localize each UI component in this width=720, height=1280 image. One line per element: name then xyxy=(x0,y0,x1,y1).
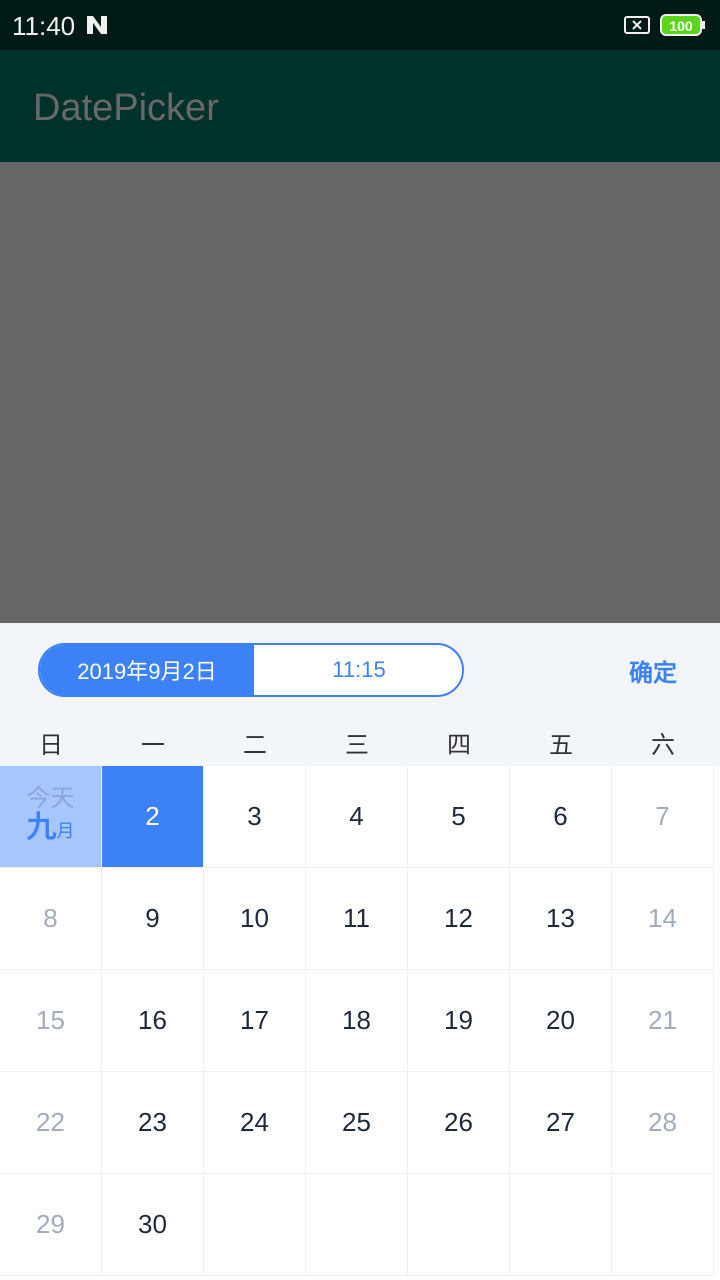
day-cell[interactable]: 6 xyxy=(510,766,612,868)
day-cell[interactable]: 26 xyxy=(408,1072,510,1174)
app-bar: DatePicker xyxy=(0,50,720,162)
day-cell[interactable]: 16 xyxy=(102,970,204,1072)
day-cell[interactable]: 17 xyxy=(204,970,306,1072)
day-cell[interactable]: 5 xyxy=(408,766,510,868)
day-cell[interactable]: 25 xyxy=(306,1072,408,1174)
day-cell-weekend[interactable]: 8 xyxy=(0,868,102,970)
day-cell[interactable]: 20 xyxy=(510,970,612,1072)
day-cell[interactable]: 13 xyxy=(510,868,612,970)
weekday-thu: 四 xyxy=(447,731,471,759)
month-label: 九月 xyxy=(27,812,75,847)
day-cell[interactable]: 18 xyxy=(306,970,408,1072)
day-cell-selected[interactable]: 2 xyxy=(102,766,204,868)
day-cell[interactable]: 3 xyxy=(204,766,306,868)
day-cell-weekend[interactable]: 7 xyxy=(612,766,714,868)
day-cell[interactable]: 30 xyxy=(102,1174,204,1276)
today-cell[interactable]: 今天 九月 xyxy=(0,766,102,868)
date-picker-sheet: 2019年9月2日 11:15 确定 日 一 二 三 四 五 六 今天 九月 2… xyxy=(0,623,720,1280)
weekday-fri: 五 xyxy=(549,731,573,759)
calendar-grid: 今天 九月 2 3 4 5 6 7 8 9 10 11 12 13 14 15 … xyxy=(0,766,720,1280)
day-cell-weekend[interactable]: 29 xyxy=(0,1174,102,1276)
weekday-tue: 二 xyxy=(243,731,267,759)
month-suffix: 月 xyxy=(56,821,75,841)
weekday-wed: 三 xyxy=(345,731,369,759)
notification-n-icon xyxy=(87,16,107,34)
day-cell[interactable]: 24 xyxy=(204,1072,306,1174)
date-time-toggle: 2019年9月2日 11:15 xyxy=(38,643,464,697)
weekday-mon: 一 xyxy=(141,731,165,759)
day-cell[interactable]: 11 xyxy=(306,868,408,970)
day-cell-weekend[interactable]: 21 xyxy=(612,970,714,1072)
battery-level: 100 xyxy=(669,18,693,34)
day-cell-empty xyxy=(306,1174,408,1276)
day-cell-weekend[interactable]: 28 xyxy=(612,1072,714,1174)
day-cell[interactable]: 10 xyxy=(204,868,306,970)
dim-overlay[interactable] xyxy=(0,162,720,623)
date-tab[interactable]: 2019年9月2日 xyxy=(40,645,254,695)
no-sim-icon xyxy=(624,16,650,34)
weekday-sun: 日 xyxy=(39,731,63,759)
today-label: 今天 xyxy=(26,785,75,812)
day-cell-empty xyxy=(204,1174,306,1276)
status-bar: 11:40 100 xyxy=(0,0,720,50)
day-cell-empty xyxy=(612,1174,714,1276)
day-cell[interactable]: 27 xyxy=(510,1072,612,1174)
day-cell[interactable]: 19 xyxy=(408,970,510,1072)
weekday-header: 日 一 二 三 四 五 六 xyxy=(0,723,720,767)
day-cell-weekend[interactable]: 15 xyxy=(0,970,102,1072)
confirm-button[interactable]: 确定 xyxy=(604,653,702,688)
battery-icon: 100 xyxy=(660,14,705,36)
time-tab[interactable]: 11:15 xyxy=(254,645,462,695)
day-cell-weekend[interactable]: 14 xyxy=(612,868,714,970)
day-cell-weekend[interactable]: 22 xyxy=(0,1072,102,1174)
day-cell[interactable]: 12 xyxy=(408,868,510,970)
weekday-sat: 六 xyxy=(651,731,675,759)
day-cell[interactable]: 23 xyxy=(102,1072,204,1174)
app-title: DatePicker xyxy=(33,87,219,129)
day-cell-empty xyxy=(510,1174,612,1276)
day-cell[interactable]: 4 xyxy=(306,766,408,868)
status-time: 11:40 xyxy=(12,11,76,41)
day-cell-empty xyxy=(408,1174,510,1276)
month-name: 九 xyxy=(26,811,57,844)
day-cell[interactable]: 9 xyxy=(102,868,204,970)
